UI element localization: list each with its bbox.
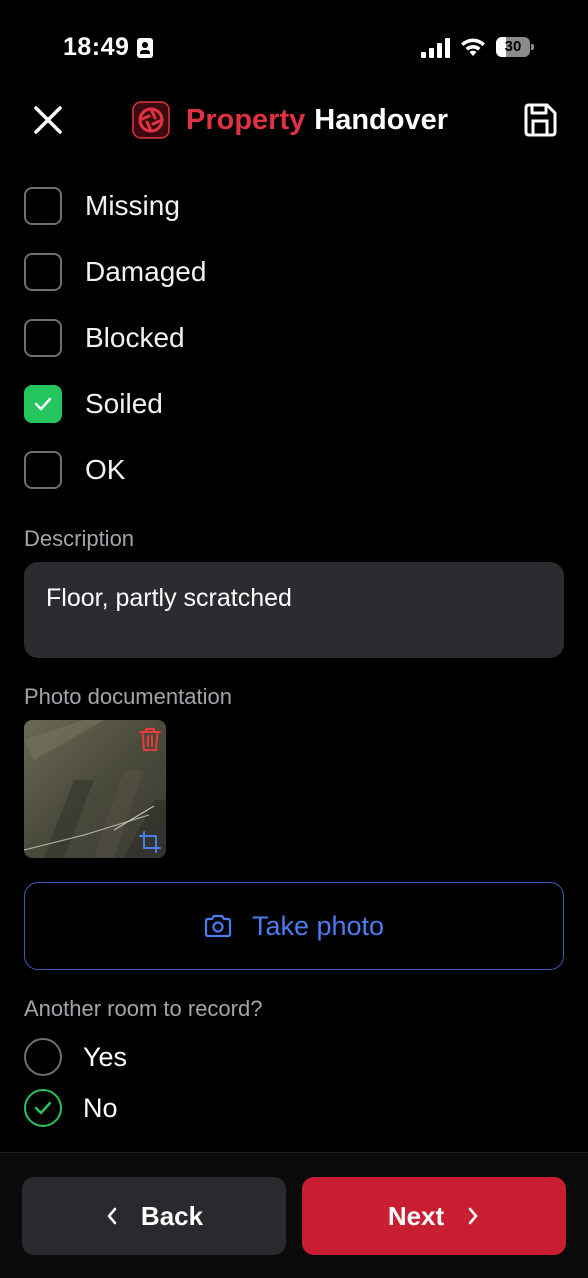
crop-icon[interactable] <box>138 830 162 854</box>
radio-yes[interactable]: Yes <box>24 1037 127 1077</box>
next-button[interactable]: Next <box>302 1177 566 1255</box>
description-label: Description <box>24 526 135 551</box>
chevron-right-icon <box>468 1207 478 1225</box>
chevron-left-icon <box>107 1207 117 1225</box>
checkbox-box[interactable] <box>24 451 62 489</box>
checkbox-ok[interactable]: OK <box>24 450 125 490</box>
radio-circle[interactable] <box>24 1089 62 1127</box>
app-brand: Property Handover <box>132 100 448 140</box>
app-header: Property Handover <box>0 90 588 150</box>
bottom-navigation: Back Next <box>0 1152 588 1278</box>
checkbox-box[interactable] <box>24 319 62 357</box>
another-room-question: Another room to record? <box>24 996 263 1021</box>
description-field[interactable]: Floor, partly scratched <box>24 562 564 658</box>
photo-documentation-label: Photo documentation <box>24 684 232 709</box>
photo-thumbnail[interactable] <box>24 720 166 858</box>
camera-icon <box>204 914 232 938</box>
checkbox-label: OK <box>85 454 126 485</box>
status-time: 18:49 <box>63 33 130 61</box>
status-bar: 18:49 30 <box>0 0 588 90</box>
contact-card-icon <box>137 38 153 58</box>
checkbox-blocked[interactable]: Blocked <box>24 318 185 358</box>
checkbox-label: Damaged <box>85 256 207 287</box>
checkmark-icon <box>34 397 52 411</box>
checkbox-label: Soiled <box>85 388 163 419</box>
page-title-part2: Handover <box>314 103 449 136</box>
battery-percentage: 30 <box>504 38 522 55</box>
save-icon[interactable] <box>520 100 560 140</box>
battery-indicator: 30 <box>496 37 534 57</box>
checkbox-missing[interactable]: Missing <box>24 186 180 226</box>
next-button-label: Next <box>387 1200 445 1231</box>
radio-label: Yes <box>83 1041 128 1072</box>
take-photo-button[interactable]: Take photo <box>24 882 564 970</box>
checkmark-icon <box>34 1101 52 1115</box>
back-button-label: Back <box>140 1200 204 1231</box>
back-button[interactable]: Back <box>22 1177 286 1255</box>
close-icon[interactable] <box>28 100 68 140</box>
checkbox-box[interactable] <box>24 253 62 291</box>
cellular-signal-icon <box>421 38 451 58</box>
radio-label: No <box>83 1092 118 1123</box>
radio-no[interactable]: No <box>24 1088 118 1128</box>
checkbox-damaged[interactable]: Damaged <box>24 252 206 292</box>
aperture-logo-icon <box>132 101 170 139</box>
page-title-part1: Property <box>186 103 306 136</box>
checkbox-box[interactable] <box>24 385 62 423</box>
checkbox-label: Missing <box>85 190 180 221</box>
radio-circle[interactable] <box>24 1038 62 1076</box>
checkbox-soiled[interactable]: Soiled <box>24 384 163 424</box>
checkbox-label: Blocked <box>85 322 185 353</box>
checkbox-box[interactable] <box>24 187 62 225</box>
trash-icon[interactable] <box>138 726 162 752</box>
wifi-icon <box>461 38 485 56</box>
take-photo-label: Take photo <box>251 910 385 941</box>
